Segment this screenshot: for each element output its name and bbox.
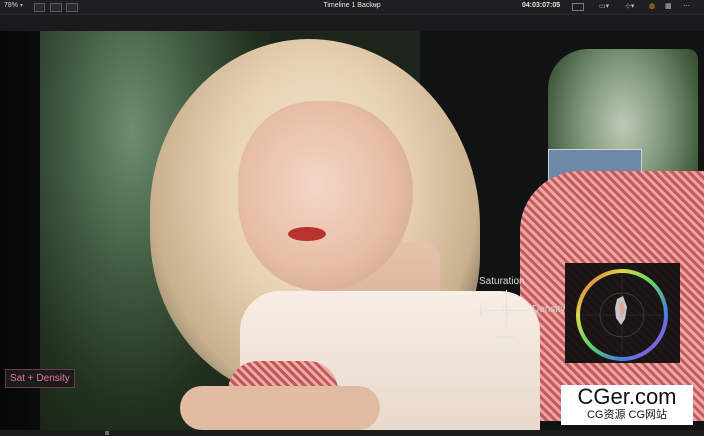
- title-dropdown-icon[interactable]: ▾: [374, 2, 377, 9]
- timecode: 04:03:07:05: [522, 2, 561, 9]
- saturation-label: Saturation: [479, 276, 525, 287]
- watermark-title: CGer.com: [577, 384, 677, 409]
- video-viewer[interactable]: [0, 31, 704, 430]
- axis-tick: [480, 303, 482, 317]
- transform-icon[interactable]: ⊹▾: [625, 3, 634, 11]
- vectorscope-graticule: [576, 269, 668, 361]
- viewer-toolbar: 78% ▾ Timeline 1 Backup ▾ 04:03:07:05 ▭▾…: [0, 0, 704, 15]
- clip-icon[interactable]: ▭▾: [599, 3, 609, 11]
- vectorscope: [565, 263, 680, 363]
- watermark-logo: CGer.com CG资源 CG网站: [561, 385, 693, 425]
- watermark-subtitle: CG资源 CG网站: [586, 409, 668, 421]
- axis-tick: [496, 336, 516, 338]
- subject-lips: [288, 227, 326, 241]
- effect-badge: Sat + Density: [5, 369, 75, 388]
- viewer-header-strip: [0, 15, 704, 31]
- grid-icon[interactable]: ▦: [665, 3, 672, 11]
- subject-arm: [180, 386, 380, 430]
- sat-density-handle[interactable]: [502, 306, 511, 315]
- scrubber-handle[interactable]: [105, 431, 109, 435]
- color-wheel-icon[interactable]: ◍: [649, 3, 655, 11]
- monitor-icon[interactable]: [572, 3, 584, 11]
- more-icon[interactable]: ⋯: [683, 3, 690, 11]
- density-label: Density: [532, 304, 566, 315]
